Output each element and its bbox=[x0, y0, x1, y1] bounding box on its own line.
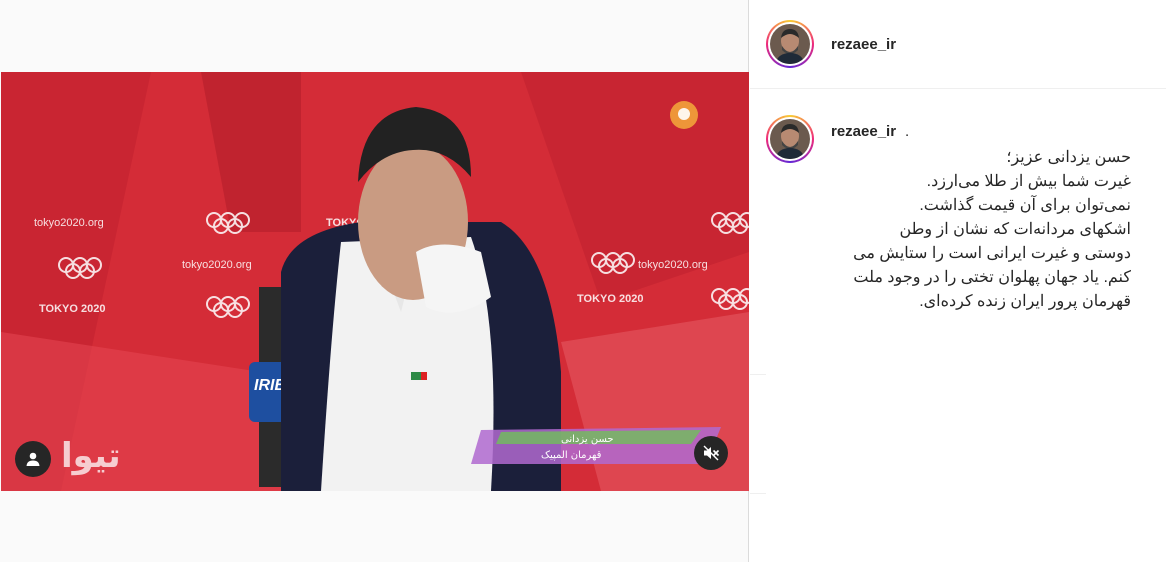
video-player[interactable]: tokyo2020.org tokyo2020.org tokyo2020.or… bbox=[1, 72, 749, 491]
svg-text:TOKYO 2020: TOKYO 2020 bbox=[39, 303, 105, 315]
caption-line: دوستی و غیرت ایرانی است را ستایش می bbox=[853, 245, 1131, 262]
post-caption: حسن یزدانی عزیز؛ غیرت شما بیش از طلا می‌… bbox=[831, 146, 1131, 314]
divider bbox=[750, 493, 766, 494]
caption-line: اشکهای مردانه‌ات که نشان از وطن bbox=[899, 221, 1131, 238]
profile-picture bbox=[770, 24, 810, 64]
post-header: rezaee_ir bbox=[750, 0, 1166, 89]
tagged-users-button[interactable] bbox=[15, 441, 51, 477]
media-column: tokyo2020.org tokyo2020.org tokyo2020.or… bbox=[0, 0, 749, 562]
post-sidebar: rezaee_ir rezaee_ir . حسن یزدانی عزیز؛ غ… bbox=[750, 0, 1166, 562]
header-username[interactable]: rezaee_ir bbox=[831, 36, 896, 53]
caption-line: نمی‌توان برای آن قیمت گذاشت. bbox=[919, 197, 1131, 214]
caption-username[interactable]: rezaee_ir bbox=[831, 123, 896, 140]
speaker-muted-icon bbox=[703, 445, 720, 461]
svg-text:tokyo2020.org: tokyo2020.org bbox=[182, 259, 252, 271]
svg-text:tokyo2020.org: tokyo2020.org bbox=[638, 259, 708, 271]
svg-text:TOKYO 2020: TOKYO 2020 bbox=[577, 293, 643, 305]
caption-line: غیرت شما بیش از طلا می‌ارزد. bbox=[926, 173, 1131, 190]
caption-line: کنم. یاد جهان پهلوان تختی را در وجود ملت bbox=[853, 269, 1131, 286]
divider bbox=[750, 374, 766, 375]
profile-picture bbox=[770, 119, 810, 159]
caption-avatar[interactable] bbox=[766, 115, 814, 163]
caption-line: قهرمان پرور ایران زنده کرده‌ای. bbox=[919, 293, 1131, 310]
caption-line: حسن یزدانی عزیز؛ bbox=[1006, 149, 1131, 166]
header-avatar[interactable] bbox=[766, 20, 814, 68]
mute-toggle-button[interactable] bbox=[694, 436, 728, 470]
svg-text:قهرمان المپیک: قهرمان المپیک bbox=[541, 450, 602, 461]
svg-text:تیوا: تیوا bbox=[61, 436, 121, 476]
caption-separator: . bbox=[905, 123, 910, 140]
svg-text:حسن یزدانی: حسن یزدانی bbox=[561, 434, 614, 445]
video-frame: tokyo2020.org tokyo2020.org tokyo2020.or… bbox=[1, 72, 749, 491]
svg-text:tokyo2020.org: tokyo2020.org bbox=[34, 217, 104, 229]
user-icon bbox=[26, 452, 40, 466]
